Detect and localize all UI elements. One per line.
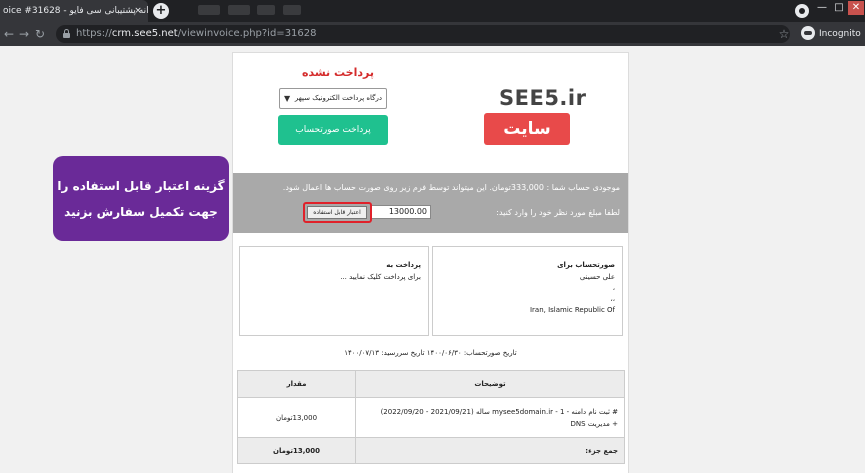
invoice-dates: تاریخ صورتحساب: ۱۴۰۰/۰۶/۳۰ تاریخ سررسید:… — [344, 349, 517, 357]
window-close-icon[interactable]: ✕ — [848, 1, 864, 15]
logo-text-en: SEE5.ir — [499, 86, 587, 110]
menu-placeholder — [283, 5, 301, 15]
invoice-status: پرداخت نشده — [302, 66, 374, 79]
payment-gateway-select[interactable]: درگاه پرداخت الکترونیک سپهر ▼ — [279, 88, 387, 109]
subtotal-label: جمع جزء: — [355, 437, 625, 464]
incognito-icon — [801, 26, 815, 40]
browser-toolbar: ← → ↻ https://crm.see5.net/viewinvoice.p… — [0, 22, 865, 46]
reload-icon[interactable]: ↻ — [32, 26, 48, 42]
subtotal-amount: 13,000تومان — [237, 437, 356, 464]
browser-tab[interactable]: oice #31628 - ساماانه پشتیبانی سی فایو — [0, 0, 148, 22]
url-text: https://crm.see5.net/viewinvoice.php?id=… — [76, 28, 317, 39]
credit-balance-text: موجودی حساب شما : 333,000تومان. این میتو… — [282, 183, 620, 192]
browser-tabbar: oice #31628 - ساماانه پشتیبانی سی فایو ×… — [0, 0, 865, 22]
invoiced-to-box: صورتحساب برای علی حسینی ، ،، Iran, Islam… — [432, 246, 623, 336]
invoice-items-table: توضیحات مقدار # ثبت نام دامنه - mysee5do… — [237, 370, 625, 464]
header-description: توضیحات — [355, 370, 625, 398]
tab-close-icon[interactable]: × — [132, 5, 144, 17]
pay-to-heading: پرداخت به — [386, 261, 421, 269]
invoiced-to-heading: صورتحساب برای — [557, 261, 615, 269]
callout-line: جهت تکمیل سفارش بزنید — [64, 205, 218, 219]
item-amount: 13,000تومان — [237, 397, 356, 438]
item-description-line: # ثبت نام دامنه - mysee5domain.ir - 1 سا… — [380, 407, 618, 416]
instruction-callout: گزینه اعتبار قابل استفاده را جهت تکمیل س… — [53, 156, 229, 241]
menu-placeholder — [257, 5, 275, 15]
incognito-label: Incognito — [819, 29, 861, 39]
minimize-icon[interactable]: — — [814, 1, 830, 15]
invoiced-to-line: ،، — [610, 295, 615, 303]
table-header-row: توضیحات مقدار — [237, 370, 625, 398]
table-row: # ثبت نام دامنه - mysee5domain.ir - 1 سا… — [237, 397, 625, 438]
logo-text-fa: سایت ساز — [484, 113, 570, 171]
invoiced-to-line: ، — [612, 284, 615, 292]
header-amount: مقدار — [237, 370, 356, 398]
bookmark-star-icon[interactable]: ☆ — [776, 25, 792, 43]
pay-to-box: پرداخت به برای پرداخت کلیک نمایید ... — [239, 246, 429, 336]
item-description-line: + مدیریت DNS — [570, 419, 618, 428]
back-arrow-icon[interactable]: ← — [1, 26, 17, 42]
credit-balance-box: موجودی حساب شما : 333,000تومان. این میتو… — [233, 173, 628, 233]
new-tab-plus-icon[interactable]: + — [153, 3, 169, 19]
highlight-annotation — [303, 202, 372, 223]
invoice-page: SEE5.ir سایت ساز پرداخت نشده درگاه پرداخ… — [232, 52, 629, 473]
invoiced-to-name: علی حسینی — [579, 273, 615, 281]
address-bar[interactable]: https://crm.see5.net/viewinvoice.php?id=… — [56, 25, 790, 43]
callout-line: گزینه اعتبار قابل استفاده را — [57, 179, 225, 193]
subtotal-row: جمع جزء: 13,000تومان — [237, 437, 625, 464]
lock-icon[interactable] — [63, 29, 70, 38]
chevron-down-icon: ▼ — [284, 94, 291, 103]
pay-to-text: برای پرداخت کلیک نمایید ... — [340, 273, 421, 281]
item-description: # ثبت نام دامنه - mysee5domain.ir - 1 سا… — [355, 397, 625, 438]
forward-arrow-icon[interactable]: → — [16, 26, 32, 42]
credit-amount-prompt: لطفا مبلغ مورد نظر خود را وارد کنید: — [496, 208, 620, 217]
maximize-icon[interactable]: □ — [831, 1, 847, 15]
pay-invoice-button[interactable]: پرداخت صورتحساب — [278, 115, 388, 145]
menu-placeholder — [228, 5, 250, 15]
menu-placeholder — [198, 5, 220, 15]
credit-amount-input[interactable]: 13000.00 — [371, 205, 431, 219]
profile-icon[interactable] — [795, 4, 809, 18]
invoiced-to-country: Iran, Islamic Republic Of — [529, 306, 615, 314]
tab-title: oice #31628 - ساماانه پشتیبانی سی فایو — [3, 6, 148, 16]
gateway-selected-value: درگاه پرداخت الکترونیک سپهر — [294, 94, 382, 102]
